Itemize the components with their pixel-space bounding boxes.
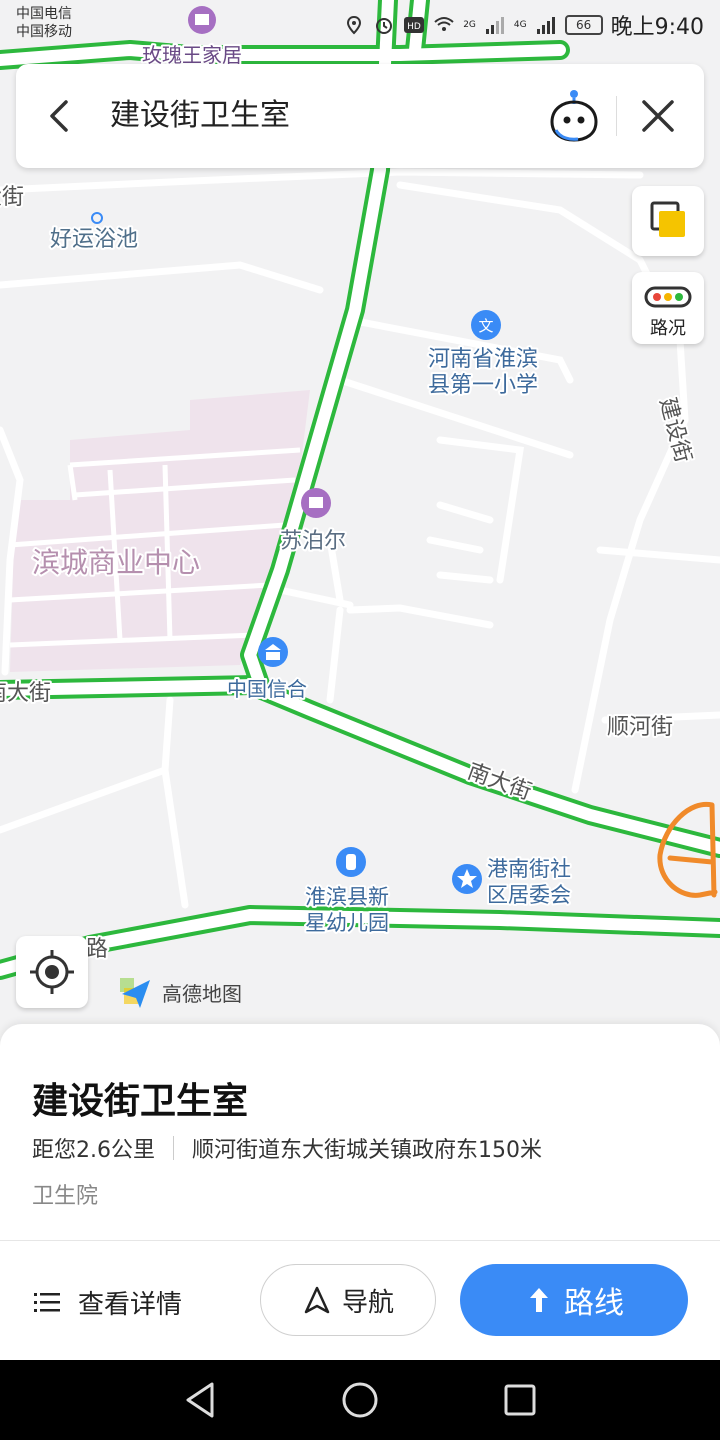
brand-watermark: 高德地图 — [116, 972, 242, 1012]
school-icon: 文 — [471, 310, 501, 340]
status-icons: HD 2G 4G 66 晚上9:40 — [343, 10, 704, 40]
label-committee-line1: 港南街社 — [487, 857, 571, 881]
alarm-icon — [376, 18, 393, 34]
committee-star-icon — [452, 864, 482, 894]
label-street-shunhe: 顺河街 — [607, 715, 673, 740]
place-detail-sheet[interactable]: 建设街卫生室 距您2.6公里 顺河街道东大街城关镇政府东150米 卫生院 查看详… — [0, 1024, 720, 1360]
back-arrow-icon[interactable] — [38, 94, 82, 138]
supor-shop-icon — [301, 488, 331, 518]
map-screen: 文 玫瑰王家居 大街 好运浴池 河南省淮滨 县第一小学 建设街 苏泊尔 滨城商业 — [0, 0, 720, 1440]
search-divider — [616, 96, 617, 136]
view-details-label: 查看详情 — [78, 1289, 183, 1320]
navigate-button[interactable]: 导航 — [260, 1264, 436, 1336]
label-kinder-line1: 淮滨县新 — [305, 885, 389, 909]
label-committee-line2: 区居委会 — [487, 883, 571, 907]
carrier-info: 中国电信 中国移动 — [16, 5, 72, 41]
hd-icon: HD — [404, 17, 425, 33]
list-icon — [34, 1293, 60, 1312]
route-button[interactable]: 路线 — [460, 1264, 688, 1336]
status-bar: 中国电信 中国移动 HD 2G 4G 66 晚上9:40 — [0, 0, 720, 50]
route-label: 路线 — [564, 1286, 624, 1321]
label-supor: 苏泊尔 — [280, 529, 346, 554]
nav-recents-icon[interactable] — [504, 1384, 536, 1416]
sheet-divider — [0, 1240, 720, 1241]
wifi-icon — [434, 17, 454, 31]
label-street-road-left: 路 — [86, 937, 108, 962]
layers-icon — [650, 201, 685, 237]
location-icon — [347, 15, 362, 35]
place-title: 建设街卫生室 — [32, 1081, 249, 1122]
nav-back-icon[interactable] — [186, 1382, 214, 1418]
label-street-left-top: 大街 — [0, 185, 24, 210]
traffic-button[interactable]: 路况 — [632, 272, 704, 344]
voice-assistant-icon[interactable] — [546, 86, 602, 146]
route-arrow-icon — [530, 1288, 548, 1312]
svg-text:文: 文 — [478, 317, 493, 335]
layers-button[interactable] — [632, 186, 704, 256]
nav-home-icon[interactable] — [342, 1382, 378, 1418]
carrier-1: 中国电信 — [16, 6, 72, 22]
search-query[interactable]: 建设街卫生室 — [110, 94, 290, 138]
network-2-label: 4G — [513, 20, 527, 30]
close-icon[interactable] — [636, 94, 680, 138]
place-distance: 距您2.6公里 — [32, 1138, 155, 1163]
brand-name: 高德地图 — [162, 981, 242, 1006]
view-details-button[interactable]: 查看详情 — [32, 1280, 182, 1324]
place-address: 顺河街道东大街城关镇政府东150米 — [192, 1138, 542, 1163]
network-1-label: 2G — [463, 20, 476, 30]
label-area-bincheng: 滨城商业中心 — [32, 546, 200, 579]
battery-icon: 66 — [564, 15, 603, 35]
signal-1-icon — [485, 17, 504, 34]
clock: 晚上9:40 — [610, 15, 704, 40]
locate-crosshair-icon — [30, 950, 74, 994]
bank-icon — [258, 637, 288, 667]
locate-button[interactable] — [16, 936, 88, 1008]
place-meta: 距您2.6公里 顺河街道东大街城关镇政府东150米 — [32, 1132, 542, 1164]
navigate-label: 导航 — [341, 1287, 394, 1318]
label-school-line1: 河南省淮滨 — [428, 347, 538, 372]
label-school-line2: 县第一小学 — [428, 373, 538, 398]
carrier-2: 中国移动 — [16, 24, 72, 40]
label-creditease: 中国信合 — [227, 677, 307, 701]
signal-2-icon — [536, 17, 555, 34]
svg-text:HD: HD — [407, 22, 421, 32]
system-nav-bar — [0, 1360, 720, 1440]
traffic-light-icon — [644, 286, 692, 308]
search-bar[interactable]: 建设街卫生室 — [16, 64, 704, 168]
label-kinder-line2: 星幼儿园 — [305, 911, 389, 935]
place-category: 卫生院 — [32, 1184, 99, 1209]
traffic-label: 路况 — [650, 318, 686, 339]
label-street-nan-left: 南大街 — [0, 681, 51, 706]
meta-separator — [173, 1136, 174, 1160]
navigate-arrow-icon — [304, 1286, 330, 1314]
label-bathhouse: 好运浴池 — [50, 227, 138, 252]
amap-logo-icon — [120, 978, 150, 1008]
kindergarten-icon — [336, 847, 366, 877]
